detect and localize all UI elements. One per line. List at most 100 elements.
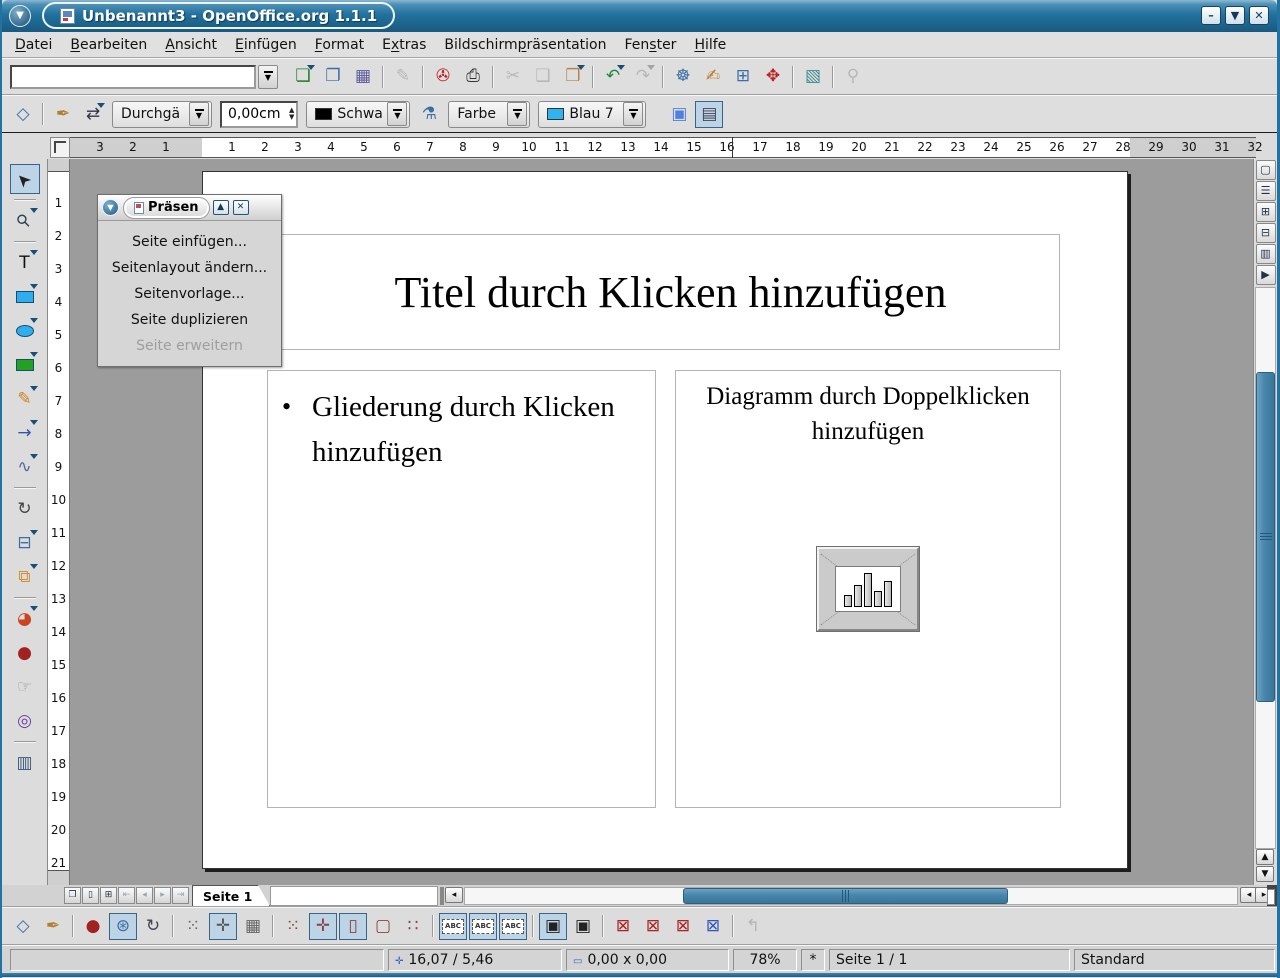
menu-bearbeiten[interactable]: Bearbeiten <box>61 34 156 56</box>
menu-extras[interactable]: Extras <box>373 34 435 56</box>
chart-placeholder[interactable]: Diagramm durch Doppelklicken hinzufügen <box>675 370 1061 808</box>
line-style-combobox[interactable]: Durchgä <box>112 101 212 128</box>
arrange-tool-button[interactable]: ⧉ <box>10 562 40 592</box>
url-dropdown-button[interactable] <box>258 65 278 89</box>
3d-objects-tool-button[interactable] <box>10 350 40 380</box>
contour-mode-button[interactable]: ⊠ <box>639 913 667 940</box>
new-document-button[interactable]: ❏ <box>289 63 317 90</box>
curve-tool-button[interactable]: ✎ <box>10 384 40 414</box>
line-style-dropdown[interactable] <box>189 102 209 126</box>
fill-type-combobox[interactable]: Farbe <box>448 101 530 128</box>
arrow-ends-button[interactable]: ⇄ <box>79 101 107 128</box>
vertical-scrollbar-thumb[interactable] <box>1256 372 1275 702</box>
tab-seite-1[interactable]: Seite 1 <box>192 885 270 906</box>
large-handles-button[interactable]: ▣ <box>569 913 597 940</box>
panel-item-seite-einf-gen[interactable]: Seite einfügen... <box>98 229 281 255</box>
text-tool-button[interactable]: T <box>10 248 40 278</box>
horizontal-scrollbar[interactable] <box>464 887 1238 905</box>
close-button[interactable]: ✕ <box>1249 6 1269 25</box>
slides-view-mini-button[interactable]: ⊞ <box>100 887 117 904</box>
insert-tool-button[interactable]: ◕ <box>10 604 40 634</box>
fill-color-dropdown[interactable] <box>623 102 643 126</box>
fill-color-combobox[interactable]: Blau 7 <box>538 101 646 128</box>
line-width-spinner[interactable]: 0,00cm ▲▼ <box>220 101 298 128</box>
notes-view-button[interactable]: ⊟ <box>1256 223 1276 243</box>
snap-to-object-border-button[interactable]: ▢ <box>369 913 397 940</box>
rectangle-tool-button[interactable] <box>10 282 40 312</box>
scroll-down-button[interactable]: ▼ <box>1256 866 1274 882</box>
fill-type-dropdown[interactable] <box>507 102 527 126</box>
start-presentation-button[interactable]: ▶ <box>1256 265 1276 285</box>
horizontal-scrollbar-thumb[interactable] <box>683 888 1008 904</box>
presentation-panel-titlebar[interactable]: ▼ Präsen ▲ ✕ <box>98 195 281 221</box>
simple-handles-button[interactable]: ▣ <box>539 913 567 940</box>
document-canvas[interactable]: Titel durch Klicken hinzufügen • Glieder… <box>70 159 1253 885</box>
double-click-to-edit-text-button[interactable]: ABC <box>499 913 527 940</box>
pane-splitter[interactable] <box>440 887 444 905</box>
effects-tool-button[interactable]: ● <box>10 638 40 668</box>
interaction-tool-button[interactable]: ☞ <box>10 672 40 702</box>
url-input[interactable] <box>10 65 256 89</box>
outline-view-mini-button[interactable]: ▯ <box>82 887 99 904</box>
vertical-scrollbar[interactable] <box>1255 287 1276 849</box>
status-zoom-cell[interactable]: 78% <box>733 949 797 971</box>
scroll-left-button[interactable]: ◂ <box>445 887 463 903</box>
connector-tool-button[interactable]: ∿ <box>10 452 40 482</box>
show-grid-button[interactable]: ⁙ <box>179 913 207 940</box>
status-style-cell[interactable]: Standard <box>1074 949 1275 971</box>
spinner-buttons[interactable]: ▲▼ <box>286 107 294 121</box>
alignment-tool-button[interactable]: ⊟ <box>10 528 40 558</box>
picture-placeholder-button[interactable]: ⊠ <box>609 913 637 940</box>
chart-placeholder-icon[interactable] <box>817 547 919 631</box>
panel-close-button[interactable]: ✕ <box>233 200 249 215</box>
save-document-button[interactable]: ▦ <box>349 63 377 90</box>
menu-einfgen[interactable]: Einfügen <box>226 34 306 56</box>
insert-graphics-button[interactable]: ▧ <box>799 63 827 90</box>
minimize-button[interactable]: – <box>1201 6 1221 25</box>
presentation-box-toggle-button[interactable]: ▤ <box>695 101 723 128</box>
allow-interaction-button[interactable]: ⊛ <box>109 913 137 940</box>
menu-fenster[interactable]: Fenster <box>616 34 686 56</box>
ellipse-tool-button[interactable] <box>10 316 40 346</box>
stylist-button[interactable]: ✍ <box>699 63 727 90</box>
export-pdf-button[interactable]: ✇ <box>429 63 457 90</box>
paste-button[interactable]: ❒ <box>559 63 587 90</box>
guides-to-front-button[interactable]: ▦ <box>239 913 267 940</box>
select-text-area-only-button[interactable]: ABC <box>469 913 497 940</box>
menu-format[interactable]: Format <box>306 34 373 56</box>
snap-to-margins-button[interactable]: ▯ <box>339 913 367 940</box>
line-color-dropdown[interactable] <box>387 102 407 126</box>
edit-points-button[interactable]: ◇ <box>9 101 37 128</box>
menu-hilfe[interactable]: Hilfe <box>685 34 735 56</box>
presentation-screen-tool-button[interactable]: ▥ <box>10 748 40 778</box>
snap-to-grid-button[interactable]: ⁙ <box>279 913 307 940</box>
print-file-button[interactable]: ⎙ <box>459 63 487 90</box>
open-document-button[interactable]: ❐ <box>319 63 347 90</box>
quick-edit-button[interactable]: ABC <box>439 913 467 940</box>
panel-menu-button[interactable]: ▼ <box>102 199 119 216</box>
menu-datei[interactable]: Datei <box>6 34 61 56</box>
fill-bucket-button[interactable]: ⚗ <box>415 101 443 128</box>
zoom-tool-button[interactable]: ⚲ <box>10 206 40 236</box>
scroll-up-button[interactable]: ▲ <box>1256 849 1274 865</box>
shadow-button[interactable]: ▣ <box>665 101 693 128</box>
gallery-button[interactable]: ⊞ <box>729 63 757 90</box>
glue-points-mode-button[interactable]: ✒ <box>39 913 67 940</box>
lines-arrows-tool-button[interactable]: → <box>10 418 40 448</box>
panel-item-seitenlayout-ndern[interactable]: Seitenlayout ändern... <box>98 255 281 281</box>
show-guides-button[interactable]: ✛ <box>209 913 237 940</box>
snap-to-object-points-button[interactable]: ∷ <box>399 913 427 940</box>
select-tool-button[interactable]: ➤ <box>10 164 40 194</box>
drawing-view-button[interactable]: ▢ <box>1256 160 1276 180</box>
panel-rollup-button[interactable]: ▲ <box>213 200 229 215</box>
panel-item-seite-duplizieren[interactable]: Seite duplizieren <box>98 307 281 333</box>
slide[interactable]: Titel durch Klicken hinzufügen • Glieder… <box>202 171 1128 869</box>
snap-to-guides-button[interactable]: ✛ <box>309 913 337 940</box>
navigator-button[interactable]: ☸ <box>669 63 697 90</box>
handout-view-button[interactable]: ▥ <box>1256 244 1276 264</box>
slides-view-button[interactable]: ⊞ <box>1256 202 1276 222</box>
menu-ansicht[interactable]: Ansicht <box>156 34 226 56</box>
edit-points-mode-button[interactable]: ◇ <box>9 913 37 940</box>
line-contour-only-button[interactable]: ⊠ <box>699 913 727 940</box>
3d-effects-tool-button[interactable]: ◎ <box>10 706 40 736</box>
